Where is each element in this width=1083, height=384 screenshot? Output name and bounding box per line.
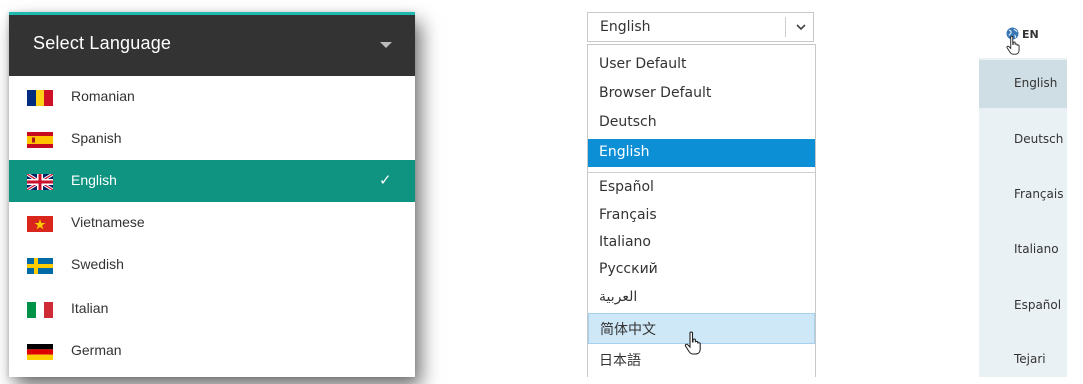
sidebar-item-label: Tejari (1014, 352, 1046, 366)
option-label: Browser Default (599, 85, 712, 101)
sidebar-item-italiano[interactable]: Italiano (979, 226, 1067, 274)
language-item-spanish[interactable]: Spanish (9, 118, 415, 160)
current-language-code: EN (1022, 28, 1039, 41)
sidebar-item-francais[interactable]: Français (979, 171, 1067, 219)
flag-uk-icon (27, 174, 53, 190)
sidebar-item-english[interactable]: English (979, 60, 1067, 108)
language-select[interactable]: English (587, 12, 814, 42)
option-label: 日本語 (599, 353, 641, 369)
flag-italy-icon (27, 302, 53, 318)
language-label: Romanian (71, 88, 135, 104)
language-label: Italian (71, 300, 109, 316)
language-label: German (71, 342, 122, 358)
sidebar-item-label: Français (1014, 187, 1064, 201)
option-label: English (599, 144, 650, 160)
language-item-swedish[interactable]: Swedish (9, 244, 415, 286)
language-item-german[interactable]: German (9, 330, 415, 372)
sidebar-item-label: English (1014, 76, 1058, 90)
option-russian[interactable]: Русский (588, 256, 815, 284)
checkmark-icon: ✓ (379, 172, 392, 189)
chevron-down-icon[interactable] (791, 16, 811, 42)
option-user-default[interactable]: User Default (588, 51, 815, 79)
language-item-romanian[interactable]: Romanian (9, 76, 415, 118)
language-options-list: User Default Browser Default Deutsch Eng… (587, 44, 816, 377)
dropdown-header[interactable]: Select Language (9, 15, 415, 76)
language-item-english[interactable]: English ✓ (9, 160, 415, 202)
sidebar-item-label: Español (1014, 298, 1062, 312)
flag-spain-icon (27, 132, 53, 148)
option-espanol[interactable]: Español (588, 174, 815, 202)
option-label: Español (599, 179, 654, 195)
select-value: English (600, 19, 651, 35)
language-label: Swedish (71, 256, 124, 272)
option-english[interactable]: English (588, 139, 815, 167)
flag-vietnam-icon (27, 216, 53, 232)
hand-cursor-icon (683, 331, 705, 362)
language-label: English (71, 172, 117, 188)
option-label: Français (599, 207, 657, 223)
option-label: Deutsch (599, 114, 657, 130)
options-separator (588, 172, 815, 173)
option-italiano[interactable]: Italiano (588, 229, 815, 257)
caret-down-icon[interactable] (380, 42, 392, 48)
flag-romania-icon (27, 90, 53, 106)
dropdown-title: Select Language (33, 33, 172, 53)
flag-germany-icon (27, 344, 53, 360)
flag-language-dropdown: Select Language Romanian Spanish English… (9, 12, 415, 377)
option-deutsch[interactable]: Deutsch (588, 109, 815, 137)
language-label: Vietnamese (71, 214, 145, 230)
language-sidebar: English Deutsch Français Italiano Españo… (979, 58, 1067, 377)
option-francais[interactable]: Français (588, 202, 815, 230)
option-label: User Default (599, 56, 687, 72)
option-browser-default[interactable]: Browser Default (588, 80, 815, 108)
sidebar-item-label: Italiano (1014, 242, 1059, 256)
language-item-italian[interactable]: Italian (9, 288, 415, 330)
option-label: Italiano (599, 234, 651, 250)
language-item-vietnamese[interactable]: Vietnamese (9, 202, 415, 244)
option-label: العربية (599, 289, 638, 305)
sidebar-item-espanol[interactable]: Español (979, 282, 1067, 330)
select-divider (785, 17, 786, 37)
flag-sweden-icon (27, 258, 53, 274)
sidebar-item-label: Deutsch (1014, 132, 1064, 146)
language-label: Spanish (71, 130, 122, 146)
sidebar-item-deutsch[interactable]: Deutsch (979, 116, 1067, 164)
option-arabic[interactable]: العربية (588, 284, 815, 312)
option-label: 简体中文 (600, 322, 656, 338)
option-label: Русский (599, 261, 658, 277)
